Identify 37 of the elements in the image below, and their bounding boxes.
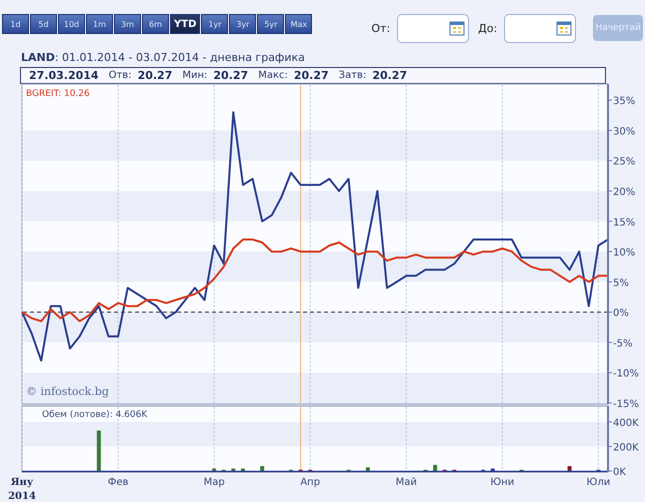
from-label: От: <box>371 22 390 34</box>
axis-label: 10% <box>613 248 636 259</box>
axis-label: 35% <box>613 96 636 108</box>
axis-label: Юли <box>586 477 610 488</box>
info-value: 20.27 <box>213 69 248 82</box>
axis-label: -5% <box>613 338 632 350</box>
axis-label: Яну <box>10 477 34 488</box>
credit-text: © infostock.bg <box>26 385 109 398</box>
volume-title: Обем (лотове): 4.606K <box>42 410 148 420</box>
info-value: 20.27 <box>138 69 172 82</box>
info-value: 20.27 <box>294 69 329 82</box>
info-label: Мин: <box>182 70 208 81</box>
axis-label: 200K <box>613 442 639 454</box>
chart-title: LAND: 01.01.2014 - 03.07.2014 - дневна графика <box>21 51 306 66</box>
to-label: До: <box>478 22 498 34</box>
info-value: 20.27 <box>372 69 408 82</box>
year-label: 2014 <box>8 491 36 502</box>
axis-label: -10% <box>613 368 639 380</box>
axis-label: 20% <box>613 187 636 198</box>
info-label: Отв: <box>108 70 132 81</box>
axis-label: 15% <box>613 217 636 228</box>
axis-label: Юни <box>490 477 514 488</box>
axis-label: 400K <box>613 418 639 429</box>
axis-label: 5% <box>613 278 629 289</box>
axis-label: Май <box>396 477 417 488</box>
axis-label: 0% <box>613 308 629 320</box>
axis-label: Мар <box>204 477 225 488</box>
axis-label: 25% <box>613 156 636 168</box>
axis-label: 30% <box>613 126 636 138</box>
info-date: 27.03.2014 <box>29 69 99 82</box>
info-label: Макс: <box>258 70 288 81</box>
info-label: Затв: <box>338 70 366 81</box>
axis-label: 0K <box>613 467 626 478</box>
legend-label: BGREIT: 10.26 <box>26 89 90 99</box>
axis-label: Фев <box>108 477 128 488</box>
axis-label: -15% <box>613 399 639 410</box>
axis-label: Апр <box>300 477 320 488</box>
